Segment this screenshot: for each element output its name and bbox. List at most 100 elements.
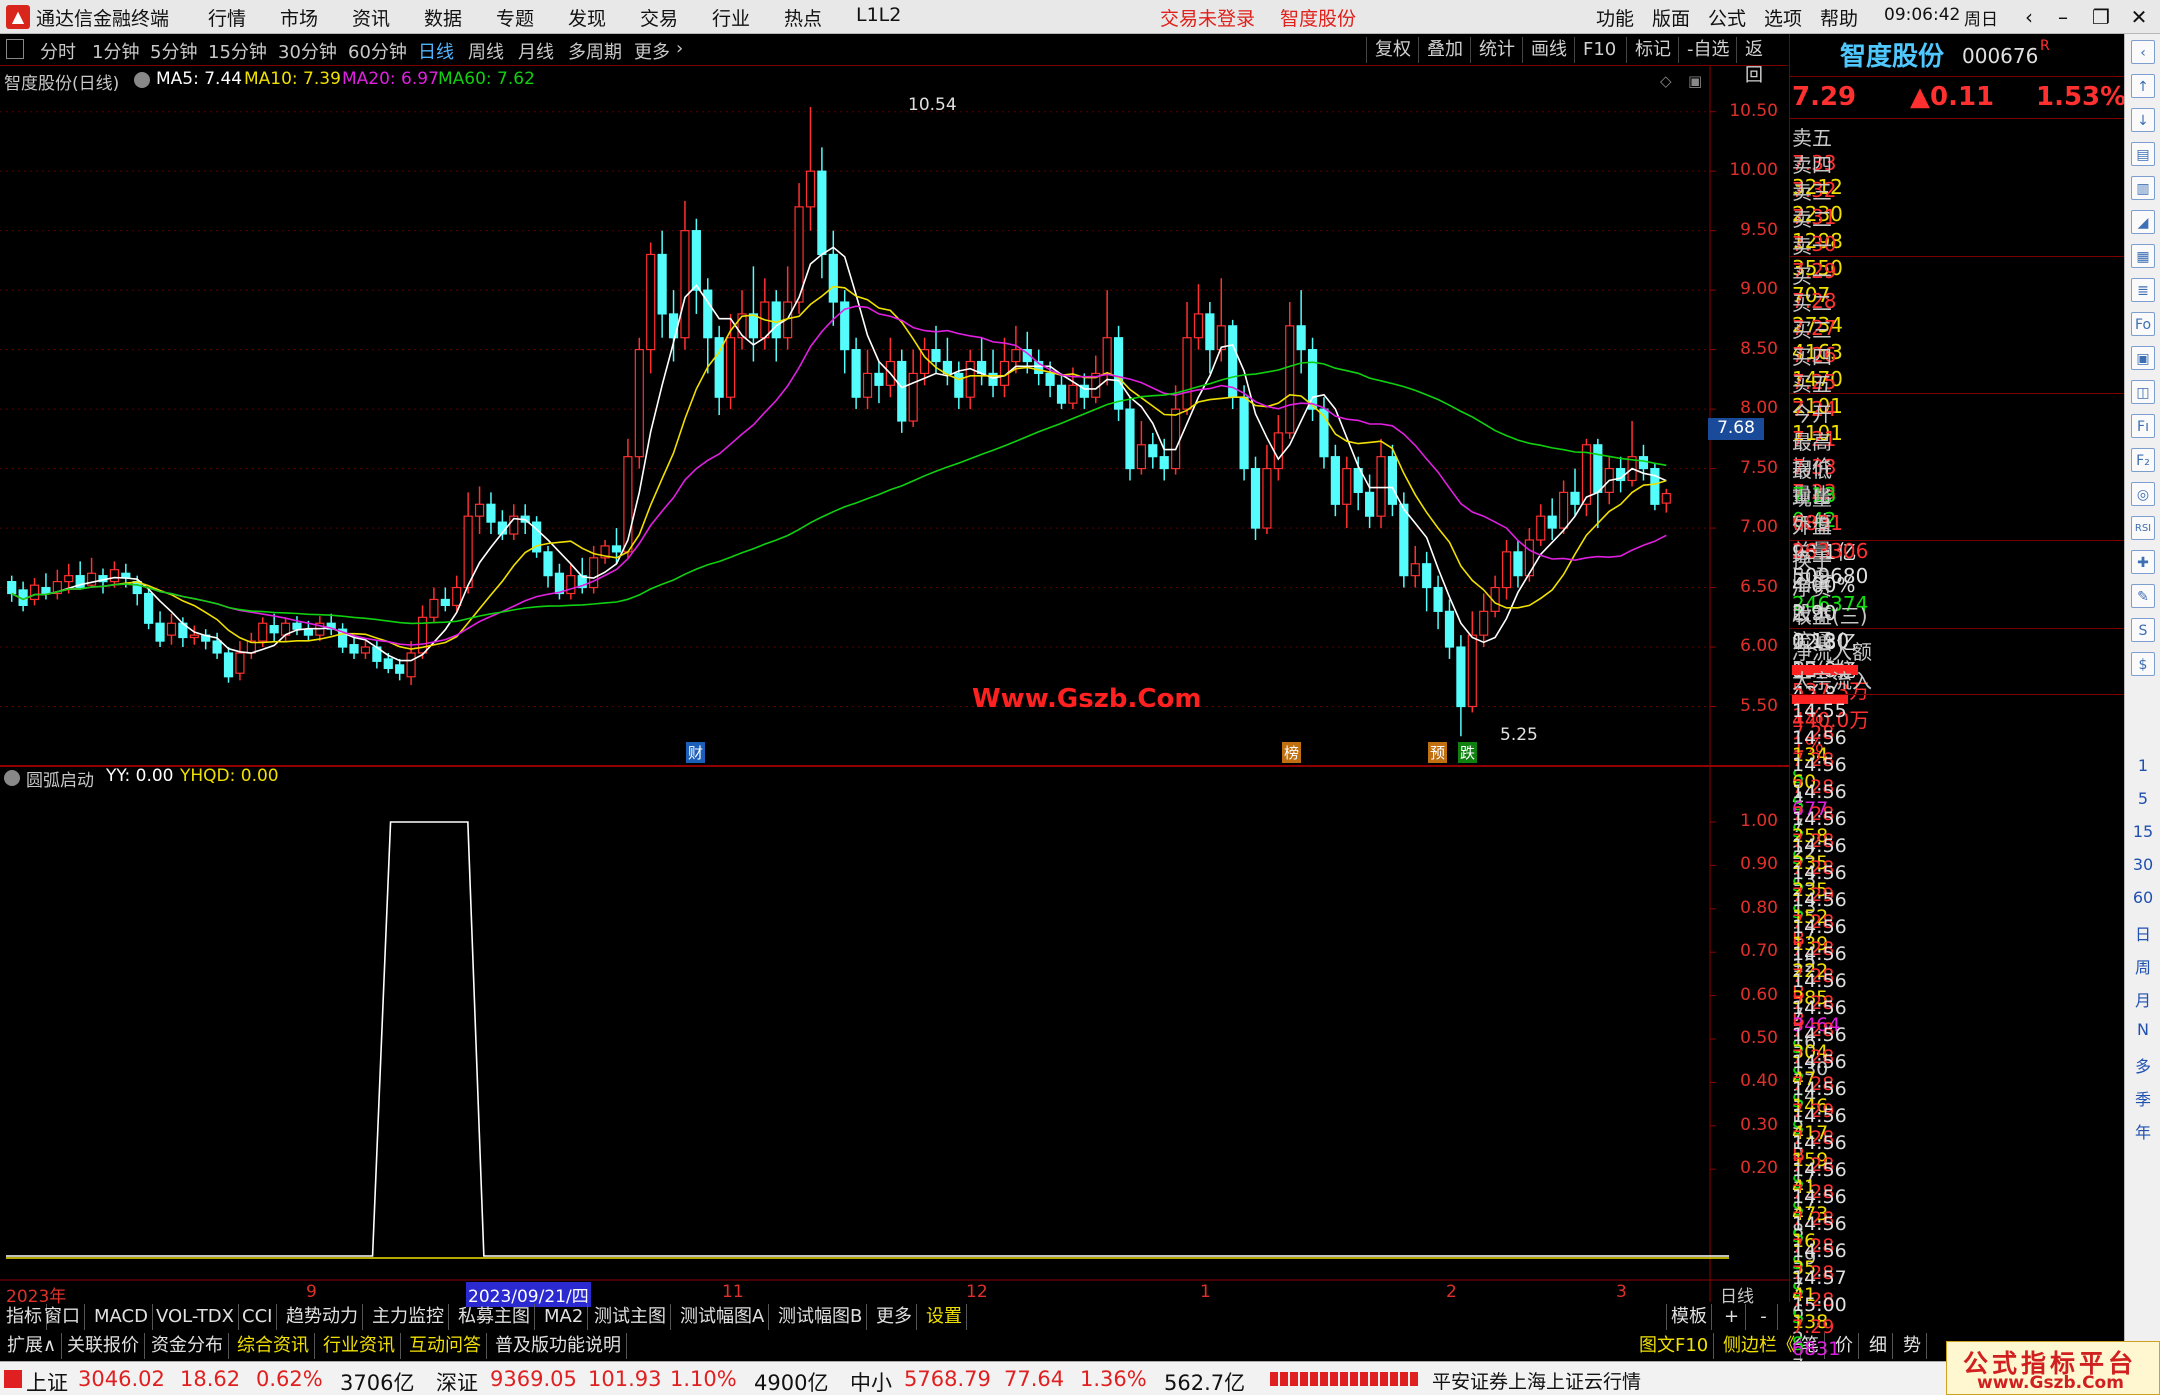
menu-shichang[interactable]: 市场 bbox=[280, 4, 318, 31]
extension-tab[interactable]: 互动问答 bbox=[404, 1333, 487, 1359]
indicator-tab[interactable]: 私募主图 bbox=[454, 1304, 535, 1330]
btn-add[interactable]: + bbox=[1718, 1304, 1746, 1330]
extension-tab[interactable]: 关联报价 bbox=[62, 1333, 145, 1359]
btn-huaxian[interactable]: 画线 bbox=[1522, 37, 1575, 63]
sidebar-period[interactable]: 季 bbox=[2129, 1086, 2157, 1110]
event-marker-die[interactable]: 跌 bbox=[1458, 742, 1478, 763]
pencil-icon[interactable]: ✎ bbox=[2131, 584, 2155, 608]
indicator-tab[interactable]: 测试幅图B bbox=[774, 1304, 868, 1330]
arrow-up-icon[interactable]: ↑ bbox=[2131, 74, 2155, 98]
event-marker-cai[interactable]: 财 bbox=[686, 742, 706, 763]
lines-icon[interactable]: ≣ bbox=[2131, 278, 2155, 302]
btn-sidebar[interactable]: 侧边栏《 bbox=[1718, 1333, 1801, 1359]
extension-tab[interactable]: 综合资讯 bbox=[232, 1333, 315, 1359]
arrow-down-icon[interactable]: ↓ bbox=[2131, 108, 2155, 132]
s-icon[interactable]: S bbox=[2131, 618, 2155, 642]
menu-hangye[interactable]: 行业 bbox=[712, 4, 750, 31]
extension-tab[interactable]: 普及版功能说明 bbox=[490, 1333, 627, 1359]
menu-gongshi[interactable]: 公式 bbox=[1708, 4, 1746, 31]
event-marker-bang[interactable]: 榜 bbox=[1282, 742, 1302, 763]
btn-remove[interactable]: - bbox=[1750, 1304, 1778, 1330]
sidebar-period[interactable]: 多 bbox=[2129, 1053, 2157, 1077]
btn-zixuan[interactable]: -自选 bbox=[1678, 37, 1738, 63]
chevron-right-icon[interactable]: › bbox=[676, 38, 683, 59]
indicator-tab[interactable]: 窗口 bbox=[40, 1304, 85, 1330]
sidebar-period[interactable]: 日 bbox=[2129, 921, 2157, 945]
indicator-tab[interactable]: 设置 bbox=[922, 1304, 967, 1330]
period-weekly[interactable]: 周线 bbox=[468, 38, 504, 64]
sidebar-period[interactable]: N bbox=[2129, 1020, 2157, 1039]
period-more[interactable]: 更多 bbox=[634, 38, 670, 64]
f2-icon[interactable]: F₂ bbox=[2131, 448, 2155, 472]
table-icon[interactable]: ▦ bbox=[2131, 244, 2155, 268]
extension-tab[interactable]: 扩展∧ bbox=[2, 1333, 63, 1359]
crosshair-icon[interactable]: ✚ bbox=[2131, 550, 2155, 574]
grid-icon[interactable]: ▥ bbox=[2131, 176, 2155, 200]
target-icon[interactable]: ◎ bbox=[2131, 482, 2155, 506]
period-fenshi[interactable]: 分时 bbox=[40, 38, 76, 64]
extension-tab[interactable]: 行业资讯 bbox=[318, 1333, 401, 1359]
list-icon[interactable]: ▤ bbox=[2131, 142, 2155, 166]
indicator-tab[interactable]: 测试幅图A bbox=[676, 1304, 770, 1330]
trend-icon[interactable]: ◢ bbox=[2131, 210, 2155, 234]
indicator-tab[interactable]: CCI bbox=[238, 1304, 278, 1330]
sidebar-period[interactable]: 5 bbox=[2129, 789, 2157, 808]
btn-fanhui[interactable]: 返回 bbox=[1736, 37, 1788, 86]
menu-jiaoyi[interactable]: 交易 bbox=[640, 4, 678, 31]
sidebar-period[interactable]: 年 bbox=[2129, 1119, 2157, 1143]
period-30min[interactable]: 30分钟 bbox=[278, 38, 337, 64]
period-5min[interactable]: 5分钟 bbox=[150, 38, 197, 64]
indicator-tab[interactable]: VOL-TDX bbox=[152, 1304, 239, 1330]
btn-tuwen-f10[interactable]: 图文F10 bbox=[1634, 1333, 1715, 1359]
sidebar-period[interactable]: 15 bbox=[2129, 822, 2157, 841]
menu-hangqing[interactable]: 行情 bbox=[208, 4, 246, 31]
menu-gongneng[interactable]: 功能 bbox=[1596, 4, 1634, 31]
sidebar-period[interactable]: 1 bbox=[2129, 756, 2157, 775]
extension-tab[interactable]: 资金分布 bbox=[146, 1333, 229, 1359]
menu-redian[interactable]: 热点 bbox=[784, 4, 822, 31]
login-status-link[interactable]: 交易未登录 bbox=[1160, 4, 1255, 31]
indicator-tab[interactable]: 更多 bbox=[872, 1304, 917, 1330]
btn-fuquan[interactable]: 复权 bbox=[1366, 37, 1419, 63]
indicator-tab[interactable]: 测试主图 bbox=[590, 1304, 671, 1330]
period-multi[interactable]: 多周期 bbox=[568, 38, 622, 64]
period-15min[interactable]: 15分钟 bbox=[208, 38, 267, 64]
indicator-settings-icon-2[interactable] bbox=[4, 770, 20, 786]
menu-zixun[interactable]: 资讯 bbox=[352, 4, 390, 31]
period-1min[interactable]: 1分钟 bbox=[92, 38, 139, 64]
f1-icon[interactable]: Fı bbox=[2131, 414, 2155, 438]
layout-icon[interactable]: ▣ bbox=[2131, 346, 2155, 370]
sidebar-period[interactable]: 60 bbox=[2129, 888, 2157, 907]
sidebar-period[interactable]: 30 bbox=[2129, 855, 2157, 874]
indicator-tab[interactable]: 主力监控 bbox=[368, 1304, 449, 1330]
menu-bangzhu[interactable]: 帮助 bbox=[1820, 4, 1858, 31]
menu-banmian[interactable]: 版面 bbox=[1652, 4, 1690, 31]
menu-faxian[interactable]: 发现 bbox=[568, 4, 606, 31]
sidebar-period[interactable]: 月 bbox=[2129, 987, 2157, 1011]
minimize-icon[interactable]: – bbox=[2046, 3, 2080, 31]
sidebar-period[interactable]: 周 bbox=[2129, 954, 2157, 978]
indicator-tab[interactable]: MACD bbox=[90, 1304, 153, 1330]
rsi-icon[interactable]: RSI bbox=[2131, 516, 2155, 540]
panel-toggle-icon[interactable] bbox=[6, 39, 24, 59]
f0-icon[interactable]: Fo bbox=[2131, 312, 2155, 336]
period-daily[interactable]: 日线 bbox=[418, 38, 454, 64]
collapse-icon[interactable]: ‹ bbox=[2131, 40, 2155, 64]
menu-shuju[interactable]: 数据 bbox=[424, 4, 462, 31]
btn-tongji[interactable]: 统计 bbox=[1470, 37, 1523, 63]
menu-xuanxiang[interactable]: 选项 bbox=[1764, 4, 1802, 31]
btn-diejia[interactable]: 叠加 bbox=[1418, 37, 1471, 63]
close-icon[interactable]: ✕ bbox=[2122, 3, 2156, 31]
split-icon[interactable]: ◫ bbox=[2131, 380, 2155, 404]
indicator-tab[interactable]: MA2 bbox=[540, 1304, 589, 1330]
chart-canvas[interactable] bbox=[0, 66, 1789, 1302]
menu-l1l2[interactable]: L1L2 bbox=[856, 4, 901, 26]
menu-zhuanti[interactable]: 专题 bbox=[496, 4, 534, 31]
period-60min[interactable]: 60分钟 bbox=[348, 38, 407, 64]
restore-icon[interactable]: ❐ bbox=[2084, 3, 2118, 31]
money-icon[interactable]: $ bbox=[2131, 652, 2155, 676]
btn-template[interactable]: 模板 bbox=[1666, 1304, 1712, 1330]
event-marker-yu[interactable]: 预 bbox=[1428, 742, 1448, 763]
period-monthly[interactable]: 月线 bbox=[518, 38, 554, 64]
back-arrow-icon[interactable]: ‹ bbox=[2012, 3, 2046, 31]
